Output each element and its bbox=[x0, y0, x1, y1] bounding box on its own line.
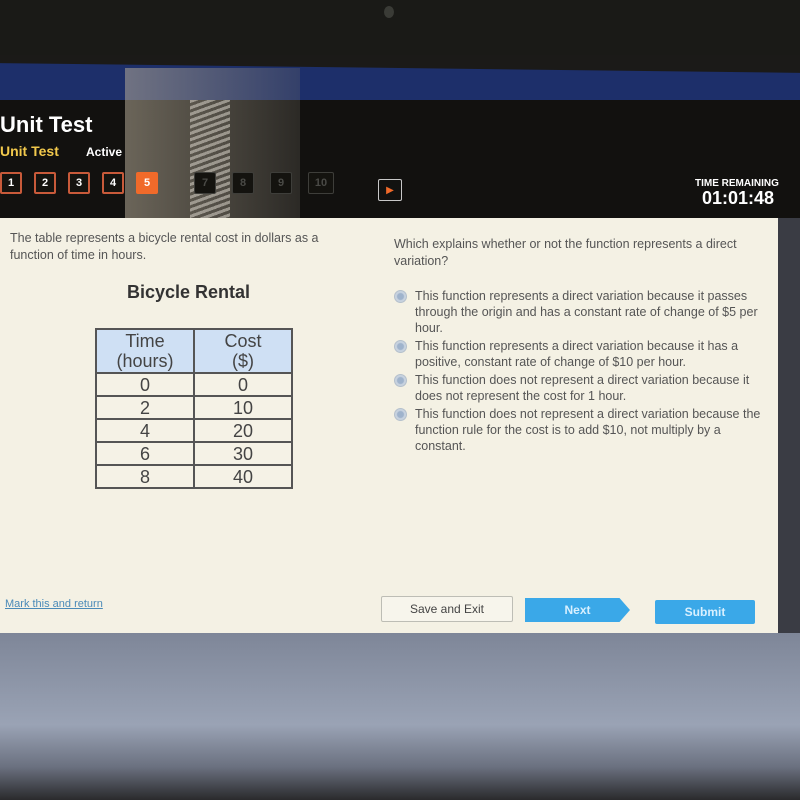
desktop-background bbox=[0, 633, 800, 800]
question-nav-9[interactable]: 9 bbox=[270, 172, 292, 194]
webcam bbox=[384, 6, 394, 18]
table-header-row: Time (hours) Cost ($) bbox=[95, 328, 293, 374]
question-prompt: The table represents a bicycle rental co… bbox=[10, 231, 319, 262]
question-panel: The table represents a bicycle rental co… bbox=[0, 218, 778, 633]
question-nav-2[interactable]: 2 bbox=[34, 172, 56, 194]
table-row: 6 30 bbox=[95, 441, 293, 466]
nav-next-button[interactable]: ▶ bbox=[378, 179, 402, 201]
question-nav-3[interactable]: 3 bbox=[68, 172, 90, 194]
choice-text: This function does not represent a direc… bbox=[415, 373, 750, 403]
question-nav-7[interactable]: 7 bbox=[194, 172, 216, 194]
answer-choice-4[interactable]: This function does not represent a direc… bbox=[394, 406, 764, 454]
answer-choices: This function represents a direct variat… bbox=[394, 288, 764, 456]
screen-glare-stripes bbox=[190, 100, 230, 218]
table-row: 4 20 bbox=[95, 418, 293, 443]
radio-button[interactable] bbox=[394, 408, 407, 421]
time-remaining-value: 01:01:48 bbox=[702, 188, 775, 208]
question-nav-8[interactable]: 8 bbox=[232, 172, 254, 194]
rental-table: Time (hours) Cost ($) 00 2 10 4 20 6 30 8 40 bbox=[95, 328, 293, 489]
test-title: Unit Test bbox=[0, 112, 93, 137]
choice-text: This function represents a direct variat… bbox=[415, 339, 739, 369]
monitor-bezel bbox=[0, 0, 800, 55]
header-time: Time (hours) bbox=[95, 328, 195, 374]
next-button[interactable]: Next bbox=[525, 598, 630, 622]
question-stem: Which explains whether or not the functi… bbox=[394, 237, 737, 268]
question-nav: 1 2 3 4 5 6 7 8 9 10 bbox=[0, 172, 334, 194]
header-cost: Cost ($) bbox=[193, 328, 293, 374]
question-nav-1[interactable]: 1 bbox=[0, 172, 22, 194]
play-triangle-icon: ▶ bbox=[386, 184, 394, 196]
submit-button[interactable]: Submit bbox=[655, 600, 755, 624]
answer-choice-2[interactable]: This function represents a direct variat… bbox=[394, 338, 764, 370]
question-nav-4[interactable]: 4 bbox=[102, 172, 124, 194]
table-title: Bicycle Rental bbox=[127, 282, 251, 302]
radio-button[interactable] bbox=[394, 374, 407, 387]
table-row: 2 10 bbox=[95, 395, 293, 420]
mark-and-return-link[interactable]: Mark this and return bbox=[5, 598, 103, 610]
question-nav-10[interactable]: 10 bbox=[308, 172, 334, 194]
answer-choice-1[interactable]: This function represents a direct variat… bbox=[394, 288, 764, 336]
answer-choice-3[interactable]: This function does not represent a direc… bbox=[394, 372, 764, 404]
test-status: Active bbox=[86, 145, 123, 159]
table-row: 00 bbox=[95, 372, 293, 397]
choice-text: This function represents a direct variat… bbox=[415, 289, 758, 335]
radio-button[interactable] bbox=[394, 340, 407, 353]
save-and-exit-button[interactable]: Save and Exit bbox=[381, 596, 513, 622]
table-row: 8 40 bbox=[95, 464, 293, 489]
radio-button[interactable] bbox=[394, 290, 407, 303]
choice-text: This function does not represent a direc… bbox=[415, 407, 761, 453]
test-subtitle: Unit Test bbox=[0, 143, 59, 159]
screen-edge bbox=[778, 218, 800, 668]
question-nav-5[interactable]: 5 bbox=[136, 172, 158, 194]
